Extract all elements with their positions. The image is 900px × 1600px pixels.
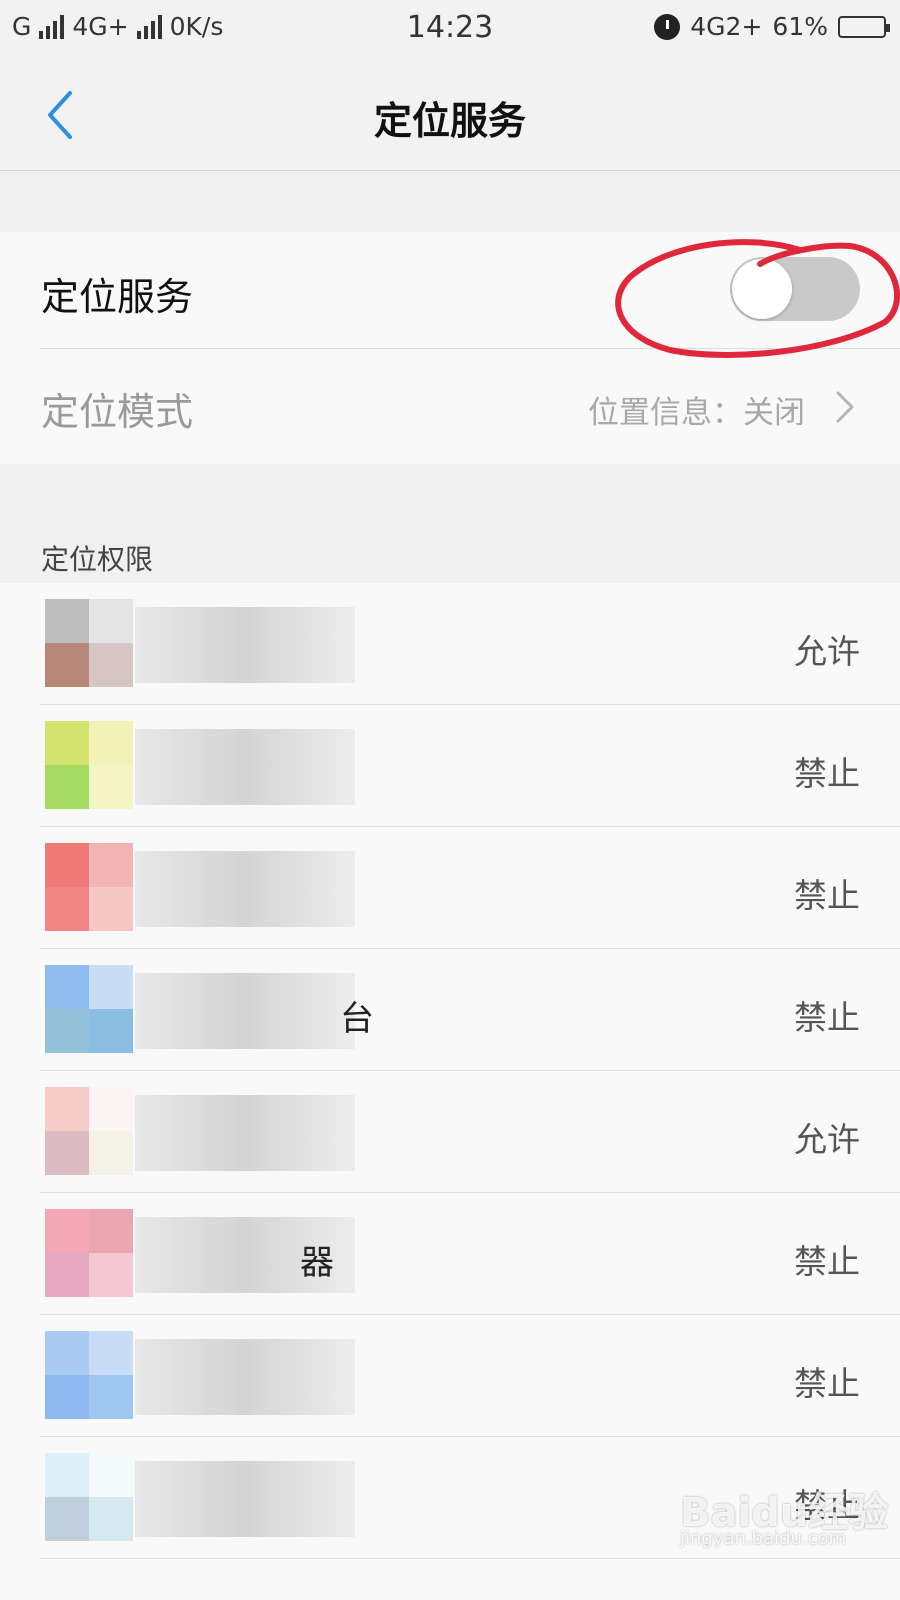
app-row[interactable]: 允许 — [0, 1071, 900, 1193]
app-row[interactable]: 台 禁止 — [0, 949, 900, 1071]
app-name: 器 — [300, 1243, 334, 1283]
permission-status[interactable]: 禁止 — [794, 747, 860, 795]
page-title: 定位服务 — [373, 99, 526, 143]
chevron-right-icon — [836, 391, 854, 423]
app-name-blur — [135, 607, 355, 683]
section-label-permissions: 定位权限 — [41, 543, 154, 576]
app-row[interactable]: 禁止 — [0, 1315, 900, 1437]
permission-status[interactable]: 禁止 — [794, 991, 860, 1039]
app-icon — [45, 843, 133, 931]
app-icon — [45, 1209, 133, 1297]
status-bar: G 4G+ 0K/s 14:23 4G2+ 61% — [0, 0, 900, 60]
app-name-blur — [135, 729, 355, 805]
battery-percent: 61% — [772, 12, 828, 41]
permission-status[interactable]: 禁止 — [794, 869, 860, 917]
app-name-blur — [135, 1339, 355, 1415]
network-type: 4G2+ — [690, 12, 763, 41]
permission-status[interactable]: 禁止 — [794, 1357, 860, 1405]
location-service-toggle[interactable] — [730, 257, 860, 321]
app-icon — [45, 1331, 133, 1419]
permission-list: 允许 禁止 禁止 台 禁止 允许 器 禁止 禁止 禁止 — [0, 583, 900, 1600]
app-row[interactable]: 禁止 — [0, 827, 900, 949]
app-name-blur — [135, 851, 355, 927]
app-name-blur — [135, 973, 355, 1049]
app-icon — [45, 721, 133, 809]
app-name-blur — [135, 1095, 355, 1171]
app-row[interactable]: 器 禁止 — [0, 1193, 900, 1315]
app-icon — [45, 965, 133, 1053]
location-service-label: 定位服务 — [41, 275, 194, 319]
title-bar: 定位服务 — [0, 60, 900, 171]
location-mode-value: 位置信息：关闭 — [588, 395, 805, 431]
app-row[interactable]: 允许 — [0, 583, 900, 705]
app-row[interactable]: 禁止 — [0, 705, 900, 827]
location-mode-label: 定位模式 — [41, 390, 194, 434]
baidu-watermark-url: jingyan.baidu.com — [680, 1528, 847, 1549]
permission-status[interactable]: 允许 — [794, 1113, 860, 1161]
location-mode-row[interactable]: 定位模式 位置信息：关闭 — [0, 349, 900, 464]
alarm-icon — [654, 13, 681, 40]
location-service-row[interactable]: 定位服务 — [0, 232, 900, 348]
permission-status[interactable]: 禁止 — [794, 1235, 860, 1283]
battery-icon — [838, 15, 890, 38]
app-icon — [45, 1453, 133, 1541]
location-settings-group: 定位服务 定位模式 位置信息：关闭 — [0, 232, 900, 464]
divider — [40, 1558, 900, 1559]
permission-status[interactable]: 允许 — [794, 625, 860, 673]
app-icon — [45, 599, 133, 687]
toggle-knob — [732, 259, 792, 319]
app-name-blur — [135, 1461, 355, 1537]
app-name: 台 — [340, 999, 374, 1039]
app-icon — [45, 1087, 133, 1175]
status-bar-right: 4G2+ 61% — [654, 12, 890, 41]
